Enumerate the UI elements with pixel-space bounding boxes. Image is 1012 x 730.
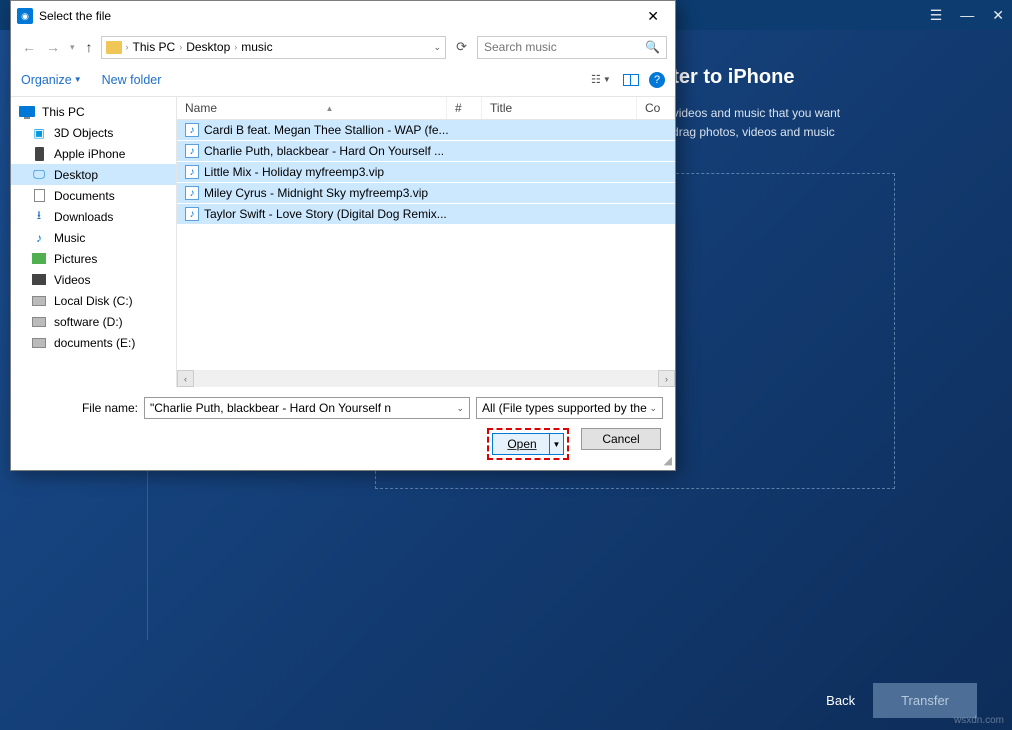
column-name[interactable]: Name▲ <box>177 97 447 119</box>
open-button-highlight: Open ▼ <box>487 428 569 460</box>
horizontal-scrollbar[interactable]: ‹ › <box>177 370 675 387</box>
chevron-down-icon: ⌄ <box>649 403 657 414</box>
crumb-this-pc[interactable]: This PC <box>133 40 176 54</box>
chevron-right-icon: › <box>234 42 237 52</box>
file-open-dialog: ◉ Select the file ✕ ← → ▾ ↑ › This PC › … <box>10 0 676 471</box>
column-number[interactable]: # <box>447 97 482 119</box>
chevron-down-icon: ⌄ <box>456 403 464 414</box>
resize-grip-icon[interactable]: ◢ <box>664 454 672 467</box>
file-row[interactable]: ♪Taylor Swift - Love Story (Digital Dog … <box>177 204 675 225</box>
file-list-pane: Name▲ # Title Co ♪Cardi B feat. Megan Th… <box>176 97 675 387</box>
file-row[interactable]: ♪Little Mix - Holiday myfreemp3.vip <box>177 162 675 183</box>
nav-software-d[interactable]: software (D:) <box>11 311 176 332</box>
refresh-icon[interactable]: ⟳ <box>450 39 473 55</box>
file-row[interactable]: ♪Miley Cyrus - Midnight Sky myfreemp3.vi… <box>177 183 675 204</box>
crumb-desktop[interactable]: Desktop <box>186 40 230 54</box>
dialog-title: Select the file <box>39 9 637 23</box>
nav-pictures[interactable]: Pictures <box>11 248 176 269</box>
chevron-right-icon: › <box>179 42 182 52</box>
open-dropdown-icon[interactable]: ▼ <box>549 434 563 454</box>
app-icon: ◉ <box>17 8 33 24</box>
watermark: wsxdn.com <box>954 715 1004 726</box>
file-list-header: Name▲ # Title Co <box>177 97 675 120</box>
nav-forward-icon[interactable]: → <box>43 39 63 55</box>
address-dropdown-icon[interactable]: ⌄ <box>434 42 442 53</box>
help-icon[interactable]: ? <box>649 72 665 88</box>
file-row[interactable]: ♪Cardi B feat. Megan Thee Stallion - WAP… <box>177 120 675 141</box>
audio-file-icon: ♪ <box>185 207 199 221</box>
nav-documents[interactable]: Documents <box>11 185 176 206</box>
audio-file-icon: ♪ <box>185 144 199 158</box>
close-icon[interactable]: ✕ <box>992 7 1004 24</box>
new-folder-button[interactable]: New folder <box>102 73 162 87</box>
nav-history-dropdown[interactable]: ▾ <box>67 42 78 53</box>
nav-downloads[interactable]: ⭳Downloads <box>11 206 176 227</box>
column-title[interactable]: Title <box>482 97 637 119</box>
column-contributing[interactable]: Co <box>637 97 675 119</box>
back-button[interactable]: Back <box>826 693 855 708</box>
audio-file-icon: ♪ <box>185 165 199 179</box>
nav-3d-objects[interactable]: ▣3D Objects <box>11 122 176 143</box>
dialog-close-button[interactable]: ✕ <box>637 4 669 29</box>
preview-pane-toggle[interactable] <box>623 74 639 86</box>
transfer-button[interactable]: Transfer <box>873 683 977 718</box>
scroll-right-icon[interactable]: › <box>658 370 675 387</box>
nav-this-pc[interactable]: This PC <box>11 101 176 122</box>
nav-desktop[interactable]: 🖵Desktop <box>11 164 176 185</box>
open-button[interactable]: Open ▼ <box>492 433 564 455</box>
nav-music[interactable]: ♪Music <box>11 227 176 248</box>
search-box[interactable]: 🔍 <box>477 36 667 59</box>
nav-local-disk[interactable]: Local Disk (C:) <box>11 290 176 311</box>
dialog-titlebar: ◉ Select the file ✕ <box>11 1 675 31</box>
search-icon[interactable]: 🔍 <box>645 40 660 54</box>
bg-footer: Back Transfer <box>0 670 1012 730</box>
chevron-right-icon: › <box>126 42 129 52</box>
organize-menu[interactable]: Organize▼ <box>21 73 82 87</box>
minimize-icon[interactable]: — <box>960 7 974 23</box>
folder-icon <box>106 41 122 54</box>
audio-file-icon: ♪ <box>185 123 199 137</box>
cancel-button[interactable]: Cancel <box>581 428 661 450</box>
crumb-music[interactable]: music <box>241 40 272 54</box>
filename-label: File name: <box>23 401 138 415</box>
list-icon[interactable]: ☰ <box>930 7 943 24</box>
file-list: ♪Cardi B feat. Megan Thee Stallion - WAP… <box>177 120 675 370</box>
filename-input[interactable]: "Charlie Puth, blackbear - Hard On Yours… <box>144 397 470 419</box>
nav-documents-e[interactable]: documents (E:) <box>11 332 176 353</box>
audio-file-icon: ♪ <box>185 186 199 200</box>
file-row[interactable]: ♪Charlie Puth, blackbear - Hard On Yours… <box>177 141 675 162</box>
address-bar[interactable]: › This PC › Desktop › music ⌄ <box>101 36 447 59</box>
file-type-filter[interactable]: All (File types supported by the⌄ <box>476 397 663 419</box>
sort-asc-icon: ▲ <box>326 104 334 113</box>
nav-up-icon[interactable]: ↑ <box>82 39 97 55</box>
dialog-toolbar: Organize▼ New folder ☷ ▼ ? <box>11 63 675 97</box>
nav-apple-iphone[interactable]: Apple iPhone <box>11 143 176 164</box>
scroll-left-icon[interactable]: ‹ <box>177 370 194 387</box>
view-mode-button[interactable]: ☷ ▼ <box>591 73 619 86</box>
search-input[interactable] <box>484 40 645 54</box>
nav-back-icon[interactable]: ← <box>19 39 39 55</box>
dialog-nav-bar: ← → ▾ ↑ › This PC › Desktop › music ⌄ ⟳ … <box>11 31 675 63</box>
nav-videos[interactable]: Videos <box>11 269 176 290</box>
navigation-pane: This PC ▣3D Objects Apple iPhone 🖵Deskto… <box>11 97 176 387</box>
dialog-footer: File name: "Charlie Puth, blackbear - Ha… <box>11 387 675 470</box>
